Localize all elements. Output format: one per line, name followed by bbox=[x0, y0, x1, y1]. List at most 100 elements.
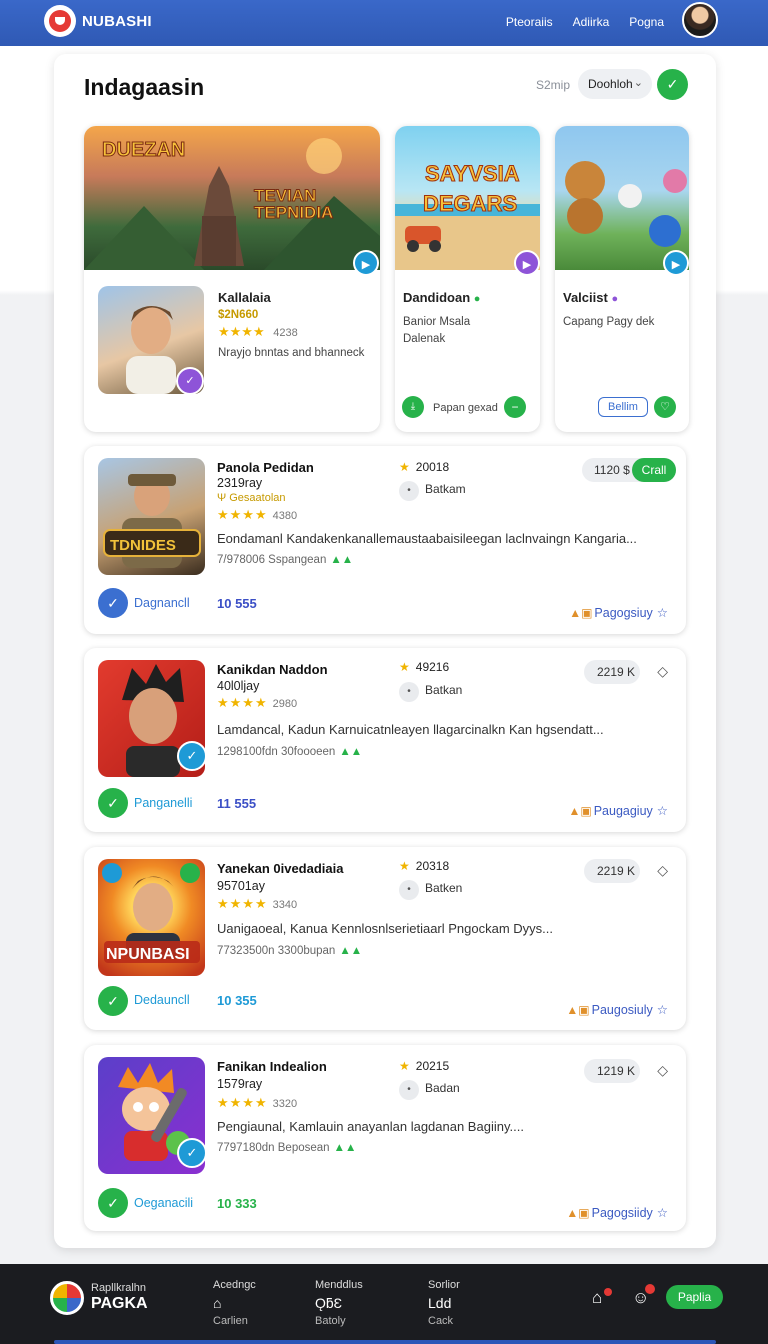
app-meta-text: 7/978006 Sspangean bbox=[217, 554, 327, 566]
app-logo-icon[interactable] bbox=[44, 5, 76, 37]
app-thumb-1[interactable]: TDNIDES bbox=[98, 458, 205, 575]
thumbs-up-icon: ▲▲ bbox=[333, 1142, 357, 1154]
download-icon[interactable]: ⤓ bbox=[402, 396, 424, 418]
featured-rating-1: ★★★★ 4238 bbox=[218, 323, 298, 342]
play-icon[interactable]: ▶ bbox=[663, 250, 689, 276]
app-subtitle: 2319ray bbox=[217, 476, 263, 490]
sort-dropdown[interactable]: Doohloh ⌄ bbox=[578, 69, 652, 99]
sort-dropdown-value: Doohloh bbox=[588, 77, 633, 91]
footer-brand[interactable]: PAGKA bbox=[91, 1295, 148, 1313]
nav-link-2[interactable]: Adiirka bbox=[573, 15, 610, 29]
main-panel: Indagaasin S2mip Doohloh ⌄ ✓ DUEZAN TEVI… bbox=[54, 54, 716, 1248]
featured-line-2b: Dalenak bbox=[403, 333, 446, 345]
star-outline-icon[interactable]: ☆ bbox=[657, 606, 668, 620]
heart-icon[interactable]: ♡ bbox=[654, 396, 676, 418]
footer-nav-3-label: Cack bbox=[428, 1315, 454, 1327]
featured-banner-2[interactable]: SAYVSIA DEGARS bbox=[395, 126, 540, 270]
app-thumb-2[interactable]: ✓ bbox=[98, 660, 205, 777]
wishlist-diamond-icon[interactable]: ◇ bbox=[657, 663, 668, 680]
app-thumb-4[interactable]: ✓ bbox=[98, 1057, 205, 1174]
price-pill[interactable]: 1219 K bbox=[584, 1059, 640, 1083]
nav-link-1[interactable]: Pteoraiis bbox=[506, 15, 553, 29]
recommend-label: Paugagiuy bbox=[593, 804, 653, 818]
verified-filter-button[interactable]: ✓ bbox=[657, 69, 688, 100]
app-price: 2219 K bbox=[597, 665, 636, 679]
install-status[interactable]: Oeganacili bbox=[134, 1196, 193, 1210]
wishlist-diamond-icon[interactable]: ◇ bbox=[657, 1062, 668, 1079]
app-title[interactable]: Panola Pedidan bbox=[217, 460, 314, 475]
featured-banner-1[interactable]: DUEZAN TEVIAN TEPNIDIA bbox=[84, 126, 380, 270]
app-thumb-3[interactable]: NPUNBASI bbox=[98, 859, 205, 976]
footer-action-button[interactable]: Paplia bbox=[666, 1285, 723, 1309]
recommend-link[interactable]: ▲▣ Pagogsiidy ☆ bbox=[566, 1205, 668, 1220]
star-outline-icon[interactable]: ☆ bbox=[657, 1003, 668, 1017]
featured-line-2a: Banior Msala bbox=[403, 316, 471, 328]
featured-title-2: Dandidoan ● bbox=[403, 290, 480, 305]
wishlist-diamond-icon[interactable]: ◇ bbox=[657, 862, 668, 879]
footer-nav-2-head: Menddlus bbox=[315, 1279, 363, 1291]
verified-check-icon: ✓ bbox=[176, 367, 204, 395]
check-circle-icon: ✓ bbox=[98, 986, 128, 1016]
footer-nav-1-head: Acedngc bbox=[213, 1279, 256, 1291]
featured-title-2-text: Dandidoan bbox=[403, 290, 471, 305]
featured-banner-3[interactable] bbox=[555, 126, 689, 270]
rating-count: 3320 bbox=[272, 1098, 298, 1110]
businessman-character-icon: NPUNBASI bbox=[102, 863, 200, 963]
price-pill[interactable]: 2219 K bbox=[584, 660, 640, 684]
app-description: Pengiaunal, Kamlauin anayanlan lagdanan … bbox=[217, 1119, 524, 1134]
footer-tagline: Rapllkralhn bbox=[91, 1282, 147, 1294]
featured-btn-2[interactable]: Papan gexad bbox=[433, 400, 498, 417]
sort-icon: Ldd bbox=[428, 1295, 452, 1311]
install-status[interactable]: Dagnancll bbox=[134, 596, 190, 610]
star-outline-icon[interactable]: ☆ bbox=[657, 804, 668, 818]
user-avatar[interactable] bbox=[682, 2, 718, 38]
play-icon[interactable]: ▶ bbox=[514, 250, 540, 276]
app-rank-value: 20018 bbox=[415, 460, 450, 474]
recommend-link[interactable]: ▲▣ Paugosiuly ☆ bbox=[566, 1002, 668, 1017]
get-button[interactable]: Crall bbox=[632, 458, 676, 482]
install-status[interactable]: Dedauncll bbox=[134, 993, 190, 1007]
rating-stars: ★★★★ bbox=[217, 695, 268, 710]
app-subtitle: 1579ray bbox=[217, 1077, 263, 1091]
play-icon[interactable]: ▶ bbox=[353, 250, 379, 276]
thumbs-up-icon: ▲▲ bbox=[339, 945, 363, 957]
app-meta-text: 1298100fdn 30foooeen bbox=[217, 746, 336, 758]
app-card-2[interactable]: ✓ Kanikdan Naddon 40l0ljay ★★★★ 2980 ★ 492… bbox=[84, 648, 686, 832]
app-title[interactable]: Fanikan Indealion bbox=[217, 1059, 327, 1074]
featured-card-3[interactable]: ▶ Valciist ● Capang Pagy dek Bellim ♡ bbox=[555, 126, 689, 432]
app-meta: 7/978006 Sspangean ▲▲ bbox=[217, 554, 353, 566]
app-rank: ★ 20215 bbox=[399, 1059, 449, 1073]
featured-card-2[interactable]: SAYVSIA DEGARS ▶ Dandidoan ● Banior Msal… bbox=[395, 126, 540, 432]
app-card-4[interactable]: ✓ Fanikan Indealion 1579ray ★★★★ 3320 ★ 20… bbox=[84, 1045, 686, 1231]
verified-check-icon: ✓ bbox=[177, 741, 205, 771]
footer-nav-2[interactable]: Menddlus ǪƃƐ Batoly bbox=[315, 1279, 363, 1331]
minus-icon[interactable]: − bbox=[504, 396, 526, 418]
install-status[interactable]: Panganelli bbox=[134, 796, 192, 810]
app-card-1[interactable]: TDNIDES Panola Pedidan 2319ray Ψ Gesaato… bbox=[84, 446, 686, 634]
footer-nav-1[interactable]: Acedngc ⌂ Carlien bbox=[213, 1279, 256, 1331]
featured-btn-3[interactable]: Bellim bbox=[598, 397, 648, 417]
app-title[interactable]: Kanikdan Naddon bbox=[217, 662, 328, 677]
home-outline-icon[interactable]: ⌂ bbox=[592, 1288, 602, 1308]
featured-card-1[interactable]: DUEZAN TEVIAN TEPNIDIA ▶ ✓ Kallalaia $2N… bbox=[84, 126, 380, 432]
nav-link-3[interactable]: Pogna bbox=[629, 15, 664, 29]
svg-text:SAYVSIA: SAYVSIA bbox=[425, 161, 520, 186]
footer-nav-3[interactable]: Sorlior Ldd Cack bbox=[428, 1279, 460, 1331]
price-pill[interactable]: 2219 K bbox=[584, 859, 640, 883]
app-meta: 1298100fdn 30foooeen ▲▲ bbox=[217, 746, 362, 758]
badge-icon: ● bbox=[611, 293, 619, 305]
star-outline-icon[interactable]: ☆ bbox=[657, 1206, 668, 1220]
app-card-3[interactable]: NPUNBASI Yanekan 0ivedadiaia 95701ay ★★★… bbox=[84, 847, 686, 1030]
thumbs-up-icon: ▲▲ bbox=[339, 746, 363, 758]
app-title[interactable]: Yanekan 0ivedadiaia bbox=[217, 861, 343, 876]
recommend-link[interactable]: ▲▣ Pagogsiuy ☆ bbox=[569, 605, 668, 620]
footer-logo-icon[interactable] bbox=[50, 1281, 84, 1315]
cartoon-characters-icon bbox=[565, 161, 687, 247]
brand-name[interactable]: NUBASHI bbox=[82, 13, 152, 30]
emoji-icons: ▲▣ bbox=[566, 1003, 590, 1017]
top-nav: Pteoraiis Adiirka Pogna bbox=[506, 15, 664, 29]
featured-desc-3: Capang Pagy dek bbox=[563, 316, 655, 328]
recommend-link[interactable]: ▲▣ Paugagiuy ☆ bbox=[568, 803, 668, 818]
app-category: • Badan bbox=[399, 1080, 460, 1100]
beach-scene-icon: SAYVSIA DEGARS bbox=[395, 161, 540, 270]
